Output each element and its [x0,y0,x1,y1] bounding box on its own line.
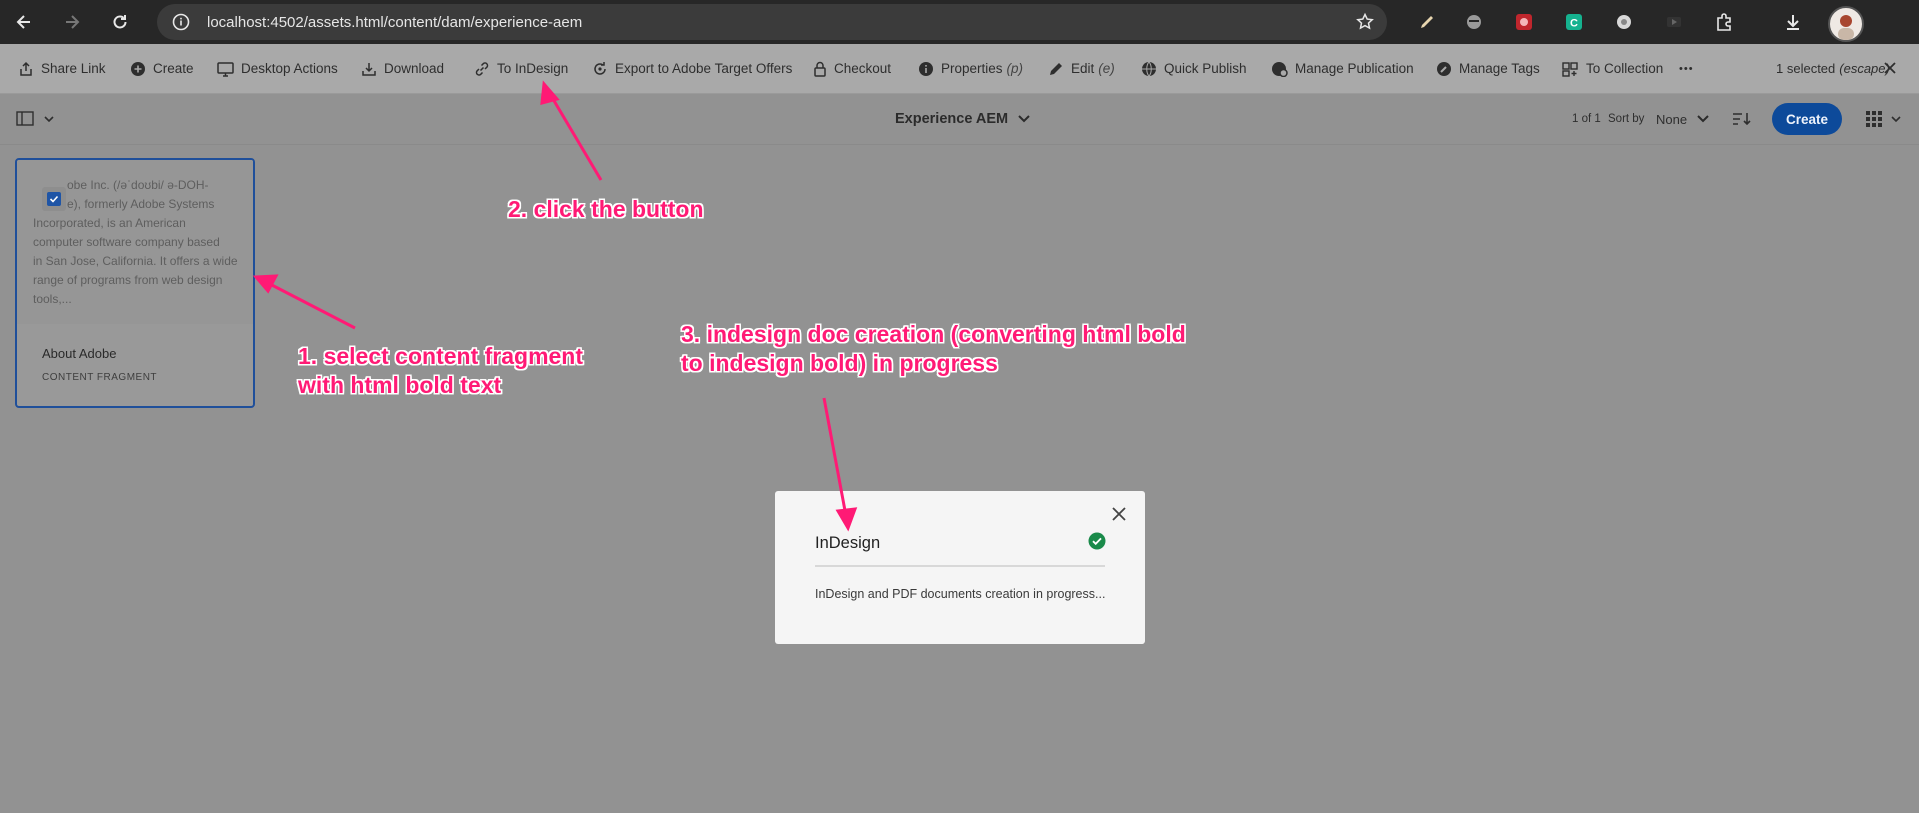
arrow-step1-head [252,274,279,294]
annotation-step3-line1: 3. indesign doc creation (converting htm… [681,321,1186,347]
arrow-step3-head [835,507,858,532]
annotation-step1-line1: 1. select content fragment [298,343,584,369]
arrow-step1 [265,280,356,330]
arrow-step3 [822,397,848,517]
annotation-step3: 3. indesign doc creation (converting htm… [681,320,1186,378]
annotation-arrows [252,80,858,532]
annotation-step2: 2. click the button [508,196,704,222]
annotation-step3-line2: to indesign bold) in progress [681,350,998,376]
annotation-step1-line2: with html bold text [298,372,502,398]
arrow-step2-head [540,80,560,106]
annotation-step1: 1. select content fragment with html bol… [298,342,583,400]
arrow-step2 [548,93,603,181]
